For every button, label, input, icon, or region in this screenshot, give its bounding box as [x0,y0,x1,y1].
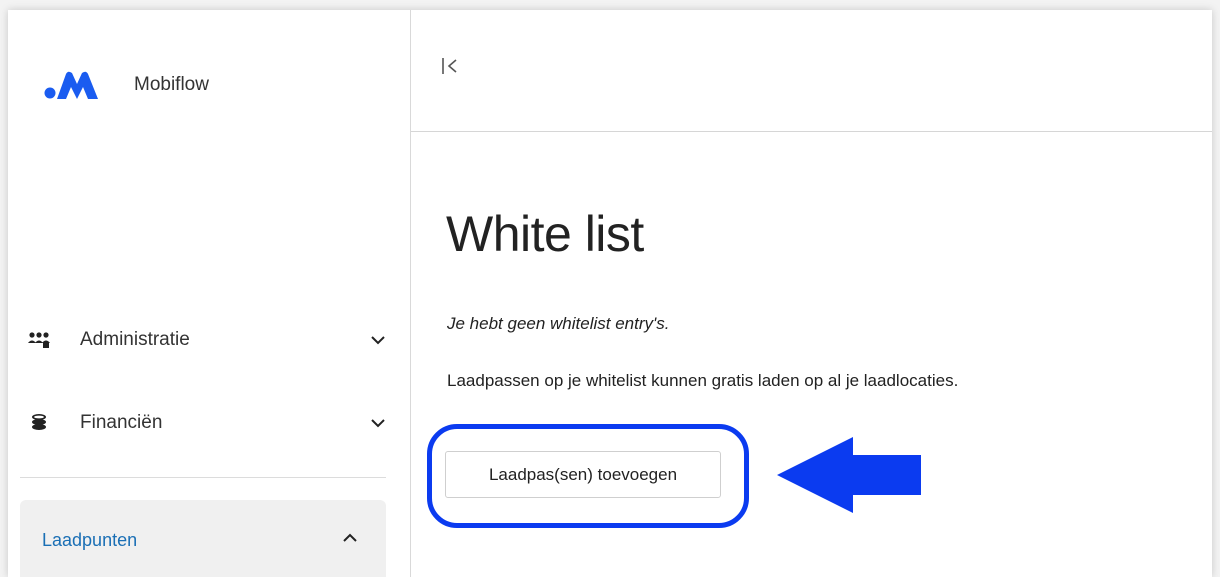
add-charge-card-button[interactable]: Laadpas(sen) toevoegen [445,451,721,498]
collapse-sidebar-button[interactable] [441,52,463,80]
empty-state-message: Je hebt geen whitelist entry's. [447,314,670,333]
sidebar-section-laadpunten[interactable]: Laadpunten [20,500,386,577]
users-icon [28,329,50,351]
chevron-up-icon [343,533,357,542]
brand-name: Mobiflow [134,74,209,95]
page-title: White list [446,206,644,262]
top-bar [411,10,1212,132]
chevron-down-icon [371,419,385,428]
app-window: Mobiflow Administratie Financiën Laadpun… [8,10,1212,577]
collapse-sidebar-icon [442,58,457,74]
sidebar-item-label: Financiën [80,412,163,433]
sidebar-item-label: Administratie [80,329,190,350]
pointer-arrow-icon [777,437,921,513]
sidebar: Mobiflow Administratie Financiën Laadpun… [8,10,411,577]
sidebar-item-administratie[interactable]: Administratie [28,320,388,360]
brand[interactable]: Mobiflow [44,70,209,100]
sidebar-divider [20,477,386,478]
main-content: White list Je hebt geen whitelist entry'… [411,10,1212,577]
info-message: Laadpassen op je whitelist kunnen gratis… [447,371,959,390]
sidebar-section-label: Laadpunten [42,530,138,550]
chevron-down-icon [371,336,385,345]
mobiflow-logo-icon [44,71,98,99]
coins-icon [28,412,50,434]
sidebar-item-financien[interactable]: Financiën [28,403,388,443]
